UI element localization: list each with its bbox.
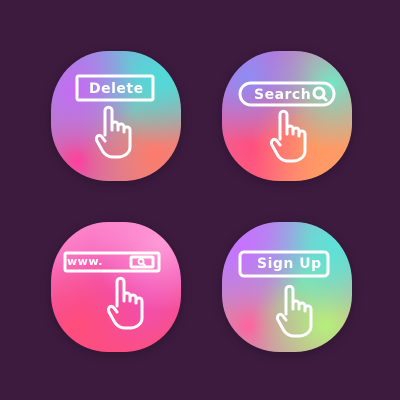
sign-up-button-glyph — [222, 222, 352, 352]
magnifier-icon — [312, 86, 328, 102]
url-bar-app-icon: www. — [51, 222, 181, 352]
url-bar-glyph — [51, 222, 181, 352]
delete-label: Delete — [89, 81, 144, 97]
pointing-hand-icon — [107, 276, 144, 330]
delete-button-glyph — [51, 51, 181, 181]
pointing-hand-icon — [276, 284, 313, 338]
search-bar-app-icon: Search — [222, 51, 352, 181]
sign-up-button-app-icon: Sign Up — [222, 222, 352, 352]
sign-up-label: Sign Up — [257, 256, 322, 272]
magnifier-icon — [137, 258, 147, 267]
search-label: Search — [254, 87, 312, 103]
delete-button-app-icon: Delete — [51, 51, 181, 181]
search-bar-glyph — [222, 51, 352, 181]
pointing-hand-icon — [270, 109, 307, 163]
url-prefix-label: www. — [67, 255, 103, 268]
pointing-hand-icon — [95, 105, 132, 159]
